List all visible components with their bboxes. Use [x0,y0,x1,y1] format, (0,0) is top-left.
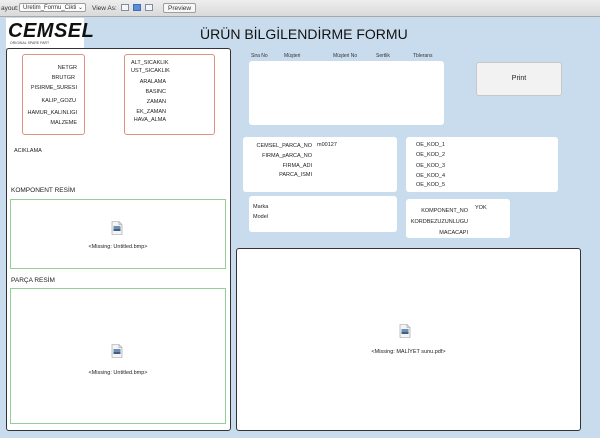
parca-info-card: CEMSEL_PARCA_NO m00127 FIRMA_pARCA_NO FI… [243,137,397,192]
oe-codes-card: OE_KOD_1 OE_KOD_2 OE_KOD_3 OE_KOD_4 OE_K… [406,137,558,192]
marka-label: Marka [253,204,269,210]
field-label: PISIRME_SURESI [30,85,77,91]
chevron-down-icon: ⌄ [77,5,83,11]
marka-model-card: Marka Model [249,196,397,232]
field-label: KORDBEZUZUNLUGU [410,219,468,225]
field-label: EK_ZAMAN [136,109,166,115]
field-label: HAVA_ALMA [133,117,166,123]
field-label: PARCA_ISMI [279,172,312,178]
view-as-table-icon[interactable] [145,4,153,11]
column-header-musteri: Müşteri [284,53,301,59]
production-fields-box-1: NETGR BRUTGR PISIRME_SURESI KALIP_GOZU H… [22,54,85,135]
production-fields-box-2: ALT_SICAKLIK UST_SICAKLIK ARALAMA BASINC… [124,54,215,135]
komponent-resim-label: KOMPONENT RESİM [11,187,76,194]
komponent-image-container: <Missing: Untitled.bmp> [10,199,226,269]
view-as-label: View As: [92,5,117,12]
logo-tagline: ORIGINAL SPARE PART [10,41,50,45]
missing-file-icon [111,344,123,358]
layout-label: ayout: [1,5,19,12]
field-label: OE_KOD_2 [416,152,446,158]
komponent-missing-text: <Missing: Untitled.bmp> [88,244,148,250]
field-label: KOMPONENT_NO [421,208,468,214]
column-header-sira-no: Sira No [251,53,268,59]
view-as-form-icon[interactable] [121,4,129,11]
parca-image-container: <Missing: Untitled.bmp> [10,288,226,424]
field-label: BRUTGR [51,75,75,81]
layout-select-value: Uretim_Formu_Cikti [23,5,77,11]
field-label: ARALAMA [139,79,166,85]
view-as-list-icon[interactable] [133,4,141,11]
komponent-no-value[interactable]: YOK [475,205,487,211]
komponent-card: KOMPONENT_NO YOK KORDBEZUZUNLUGU MACACAP… [406,199,510,238]
field-label: OE_KOD_5 [416,182,446,188]
parca-resim-label: PARÇA RESİM [11,277,55,284]
column-header-sertlik: Sertlik [376,53,390,59]
logo-text: CEMSEL [8,20,95,42]
field-label: ALT_SICAKLIK [131,60,169,66]
pdf-file-icon [399,324,411,338]
field-label: FIRMA_pARCA_NO [262,153,312,159]
missing-file-icon [111,221,123,235]
form-title: ÜRÜN BİLGİLENDİRME FORMU [200,26,408,42]
parca-no-value[interactable]: m00127 [317,142,337,148]
field-label: HAMUR_KALINLIGI [27,110,77,116]
maliyet-document-container: <Missing: MALİYET sunu.pdf> [236,248,581,431]
layout-select[interactable]: Uretim_Formu_Cikti ⌄ [19,3,86,12]
field-label: ZAMAN [146,99,166,105]
print-button[interactable]: Print [476,62,562,96]
field-label: OE_KOD_3 [416,163,446,169]
field-label: CEMSEL_PARCA_NO [256,143,312,149]
field-label: OE_KOD_4 [416,173,446,179]
maliyet-missing-text: <Missing: MALİYET sunu.pdf> [371,349,446,355]
field-label: BASINC [145,89,166,95]
field-label: KALIP_GOZU [41,98,76,104]
field-label: UST_SICAKLIK [131,68,170,74]
aciklama-label: ACIKLAMA [14,148,42,154]
layout-toolbar: ayout: Uretim_Formu_Cikti ⌄ View As: Pre… [0,0,600,17]
field-label: FIRMA_ADI [282,163,312,169]
order-list-portal[interactable] [249,61,444,125]
field-label: OE_KOD_1 [416,142,446,148]
cemsel-logo: CEMSEL ORIGINAL SPARE PART [6,18,94,48]
field-label: MALZEME [50,120,77,126]
column-header-musteri-no: Müşteri No [333,53,358,59]
parca-missing-text: <Missing: Untitled.bmp> [88,370,148,376]
preview-button[interactable]: Preview [163,3,197,13]
column-header-tblerans: Tblerans [413,53,433,59]
field-label: MACACAPI [439,230,468,236]
field-label: NETGR [57,65,77,71]
model-label: Model [253,214,268,220]
